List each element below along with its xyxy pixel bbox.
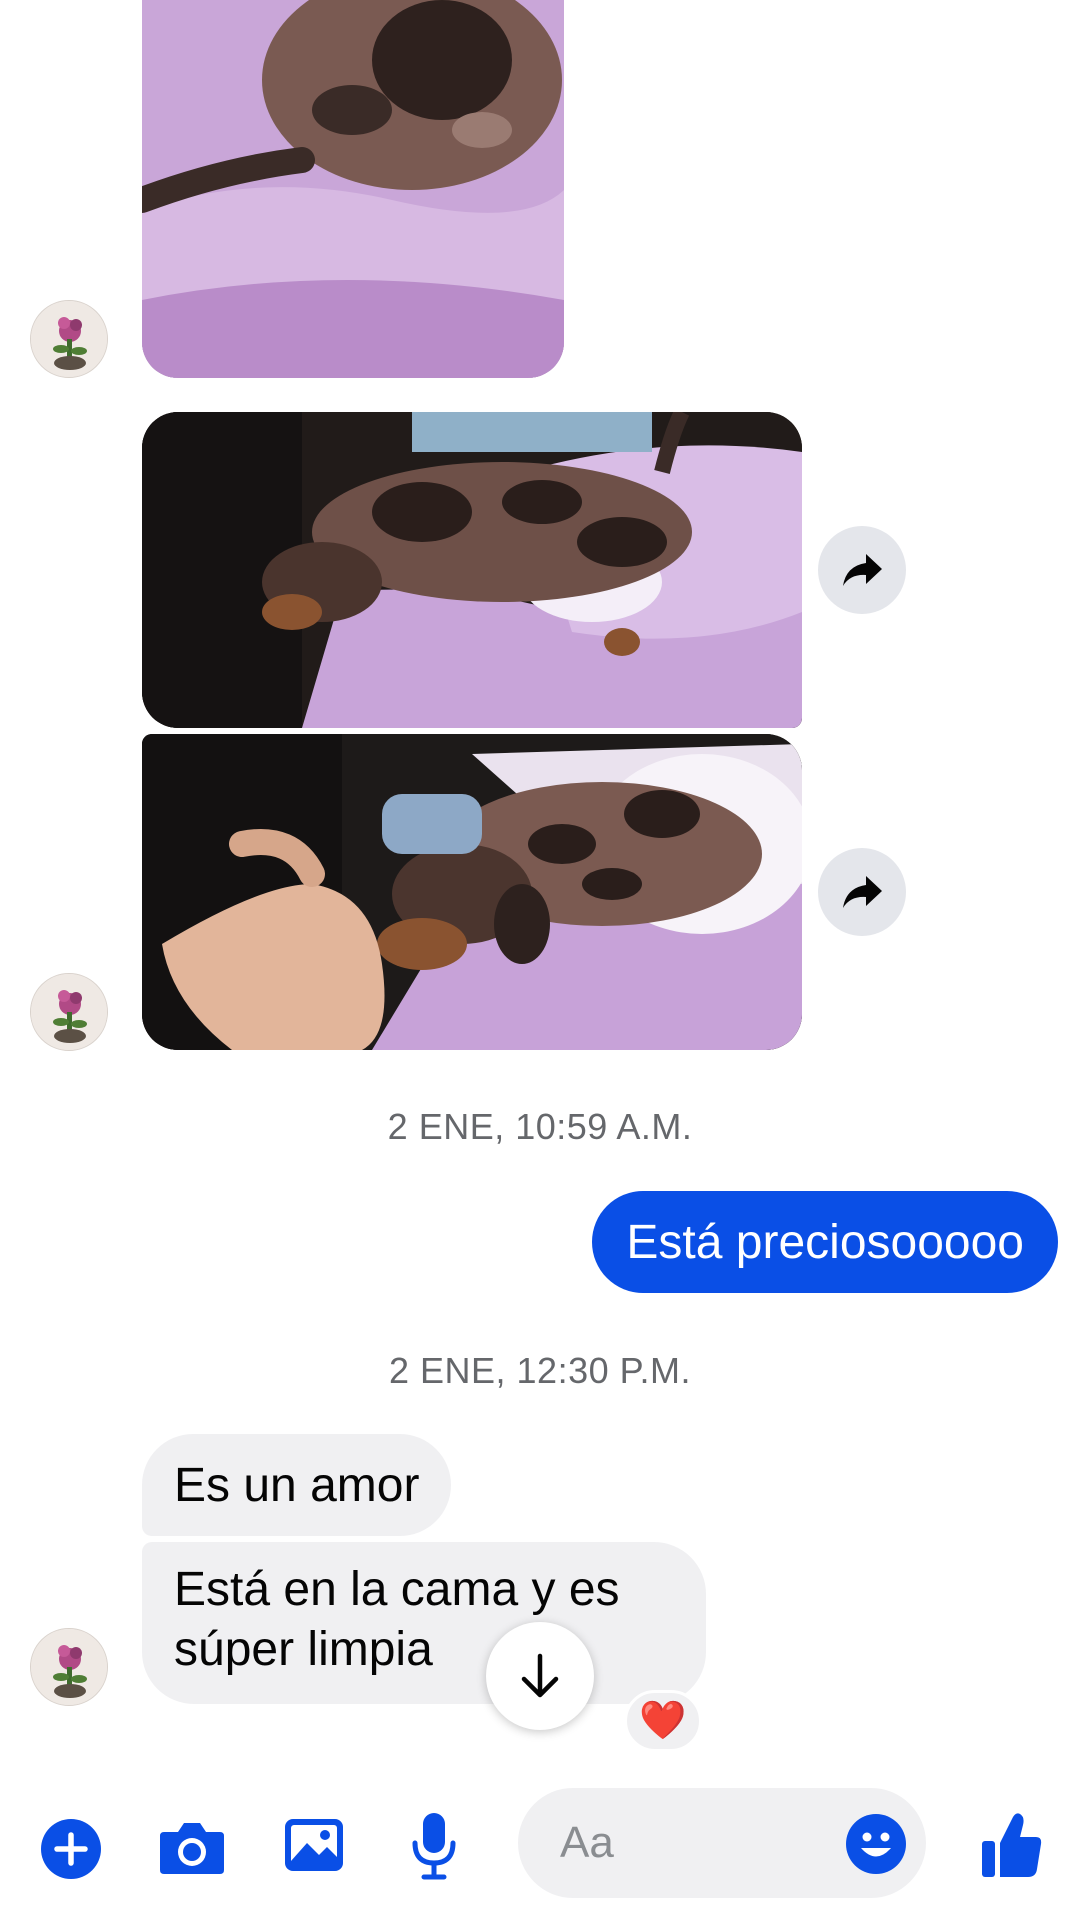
contact-avatar[interactable] <box>30 300 108 378</box>
scroll-to-bottom-button[interactable] <box>486 1622 594 1730</box>
message-input-placeholder: Aa <box>560 1818 614 1867</box>
voice-message-button[interactable] <box>406 1808 462 1884</box>
camera-icon <box>160 1823 224 1874</box>
message-timestamp: 2 ENE, 12:30 P.M. <box>388 1350 691 1391</box>
heart-reaction-icon: ❤️ <box>639 1700 687 1742</box>
shared-photo-puppy-3[interactable] <box>142 734 802 1050</box>
share-button[interactable] <box>818 526 906 614</box>
microphone-icon <box>412 1813 456 1880</box>
emoji-button[interactable] <box>844 1812 908 1876</box>
heart-reaction-badge[interactable]: ❤️ <box>624 1690 702 1752</box>
more-actions-button[interactable] <box>38 1816 104 1882</box>
incoming-message-text: Es un amor <box>174 1458 420 1512</box>
shared-photo-puppy-2[interactable] <box>142 412 802 728</box>
arrow-down-icon <box>521 1653 559 1698</box>
share-button[interactable] <box>818 848 906 936</box>
contact-avatar[interactable] <box>30 1628 108 1706</box>
gallery-icon <box>285 1819 343 1871</box>
message-input[interactable]: Aa <box>518 1788 926 1898</box>
contact-avatar[interactable] <box>30 973 108 1051</box>
gallery-button[interactable] <box>282 1814 346 1876</box>
share-arrow-icon <box>843 876 882 908</box>
outgoing-message-bubble[interactable]: Está preciosooooo <box>592 1191 1058 1293</box>
plus-icon <box>41 1819 101 1879</box>
incoming-message-bubble[interactable]: Es un amor <box>142 1434 452 1536</box>
shared-photo-puppy-1[interactable] <box>142 0 564 378</box>
like-button[interactable] <box>978 1808 1046 1882</box>
outgoing-message-text: Está preciosooooo <box>626 1215 1024 1269</box>
share-arrow-icon <box>843 554 882 586</box>
camera-button[interactable] <box>156 1814 228 1880</box>
thumbs-up-icon <box>982 1813 1042 1877</box>
incoming-message-bubble[interactable]: Está en la cama y es súper limpia <box>142 1542 706 1704</box>
message-timestamp: 2 ENE, 10:59 A.M. <box>387 1106 693 1147</box>
emoji-icon <box>846 1814 906 1874</box>
